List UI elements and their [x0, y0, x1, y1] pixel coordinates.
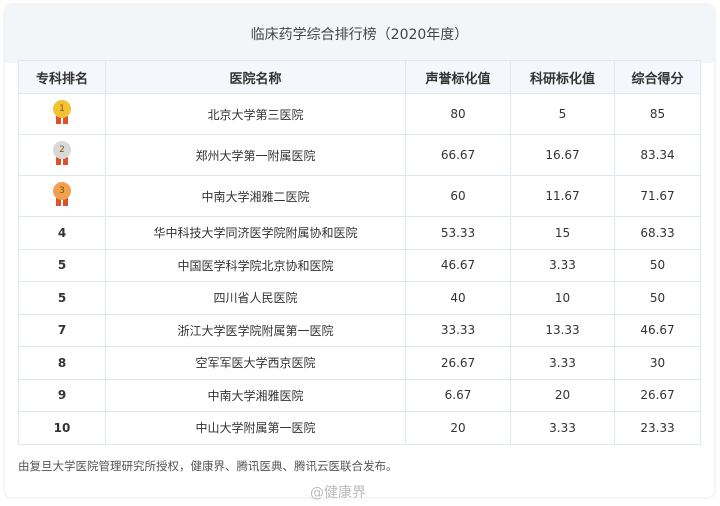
- hospital-name: 浙江大学医学院附属第一医院: [105, 313, 406, 347]
- total-score: 46.67: [614, 313, 701, 347]
- bronze-medal-icon: 3: [51, 181, 73, 208]
- research-score: 5: [510, 93, 615, 135]
- table-row: 3 中南大学湘雅二医院 60 11.67 71.67: [18, 175, 701, 217]
- header-hospital: 医院名称: [105, 60, 406, 94]
- research-score: 11.67: [510, 175, 615, 217]
- research-score: 10: [510, 281, 615, 315]
- header-research: 科研标化值: [510, 60, 615, 94]
- page-title: 临床药学综合排行榜（2020年度）: [5, 5, 714, 63]
- hospital-name: 华中科技大学同济医学院附属协和医院: [105, 216, 406, 250]
- total-score: 85: [614, 93, 701, 135]
- reputation-score: 40: [405, 281, 511, 315]
- hospital-name: 中山大学附属第一医院: [105, 411, 406, 445]
- reputation-score: 26.67: [405, 346, 511, 380]
- reputation-score: 6.67: [405, 378, 511, 412]
- hospital-name: 郑州大学第一附属医院: [105, 134, 406, 176]
- rank-cell: 3: [18, 175, 106, 217]
- total-score: 23.33: [614, 411, 701, 445]
- reputation-score: 66.67: [405, 134, 511, 176]
- rank-cell: 8: [18, 346, 106, 380]
- reputation-score: 20: [405, 411, 511, 445]
- rank-cell: 2: [18, 134, 106, 176]
- reputation-score: 53.33: [405, 216, 511, 250]
- reputation-score: 80: [405, 93, 511, 135]
- rank-cell: 9: [18, 378, 106, 412]
- total-score: 71.67: [614, 175, 701, 217]
- total-score: 26.67: [614, 378, 701, 412]
- rank-cell: 5: [18, 281, 106, 315]
- header-total: 综合得分: [614, 60, 701, 94]
- research-score: 3.33: [510, 248, 615, 282]
- header-reputation: 声誉标化值: [405, 60, 511, 94]
- silver-medal-icon: 2: [51, 140, 73, 167]
- research-score: 3.33: [510, 346, 615, 380]
- table-row: 7 浙江大学医学院附属第一医院 33.33 13.33 46.67: [18, 313, 701, 347]
- table-row: 9 中南大学湘雅医院 6.67 20 26.67: [18, 378, 701, 412]
- table-row: 10 中山大学附属第一医院 20 3.33 23.33: [18, 411, 701, 445]
- table-row: 4 华中科技大学同济医学院附属协和医院 53.33 15 68.33: [18, 216, 701, 250]
- rank-cell: 1: [18, 93, 106, 135]
- total-score: 50: [614, 248, 701, 282]
- rank-cell: 7: [18, 313, 106, 347]
- hospital-name: 中国医学科学院北京协和医院: [105, 248, 406, 282]
- research-score: 15: [510, 216, 615, 250]
- rank-cell: 5: [18, 248, 106, 282]
- table-row: 1 北京大学第三医院 80 5 85: [18, 93, 701, 135]
- gold-medal-icon: 1: [51, 99, 73, 126]
- research-score: 13.33: [510, 313, 615, 347]
- table-row: 5 四川省人民医院 40 10 50: [18, 281, 701, 315]
- hospital-name: 中南大学湘雅二医院: [105, 175, 406, 217]
- hospital-name: 中南大学湘雅医院: [105, 378, 406, 412]
- table-row: 5 中国医学科学院北京协和医院 46.67 3.33 50: [18, 248, 701, 282]
- table-row: 8 空军军医大学西京医院 26.67 3.33 30: [18, 346, 701, 380]
- reputation-score: 33.33: [405, 313, 511, 347]
- rank-cell: 4: [18, 216, 106, 250]
- table-row: 2 郑州大学第一附属医院 66.67 16.67 83.34: [18, 134, 701, 176]
- ranking-table: 专科排名 医院名称 声誉标化值 科研标化值 综合得分 1 北京大学第三医院 80 5 8…: [18, 60, 701, 445]
- ranking-card: 临床药学综合排行榜（2020年度） 专科排名 医院名称 声誉标化值 科研标化值 …: [5, 5, 714, 501]
- total-score: 30: [614, 346, 701, 380]
- research-score: 3.33: [510, 411, 615, 445]
- total-score: 83.34: [614, 134, 701, 176]
- reputation-score: 46.67: [405, 248, 511, 282]
- research-score: 16.67: [510, 134, 615, 176]
- reputation-score: 60: [405, 175, 511, 217]
- hospital-name: 空军军医大学西京医院: [105, 346, 406, 380]
- total-score: 68.33: [614, 216, 701, 250]
- weibo-watermark: @健康界: [310, 485, 366, 501]
- source-note: 由复旦大学医院管理研究所授权，健康界、腾讯医典、腾讯云医联合发布。: [18, 459, 398, 473]
- hospital-name: 四川省人民医院: [105, 281, 406, 315]
- header-rank: 专科排名: [18, 60, 106, 94]
- hospital-name: 北京大学第三医院: [105, 93, 406, 135]
- research-score: 20: [510, 378, 615, 412]
- rank-cell: 10: [18, 411, 106, 445]
- total-score: 50: [614, 281, 701, 315]
- table-header-row: 专科排名 医院名称 声誉标化值 科研标化值 综合得分: [18, 60, 701, 94]
